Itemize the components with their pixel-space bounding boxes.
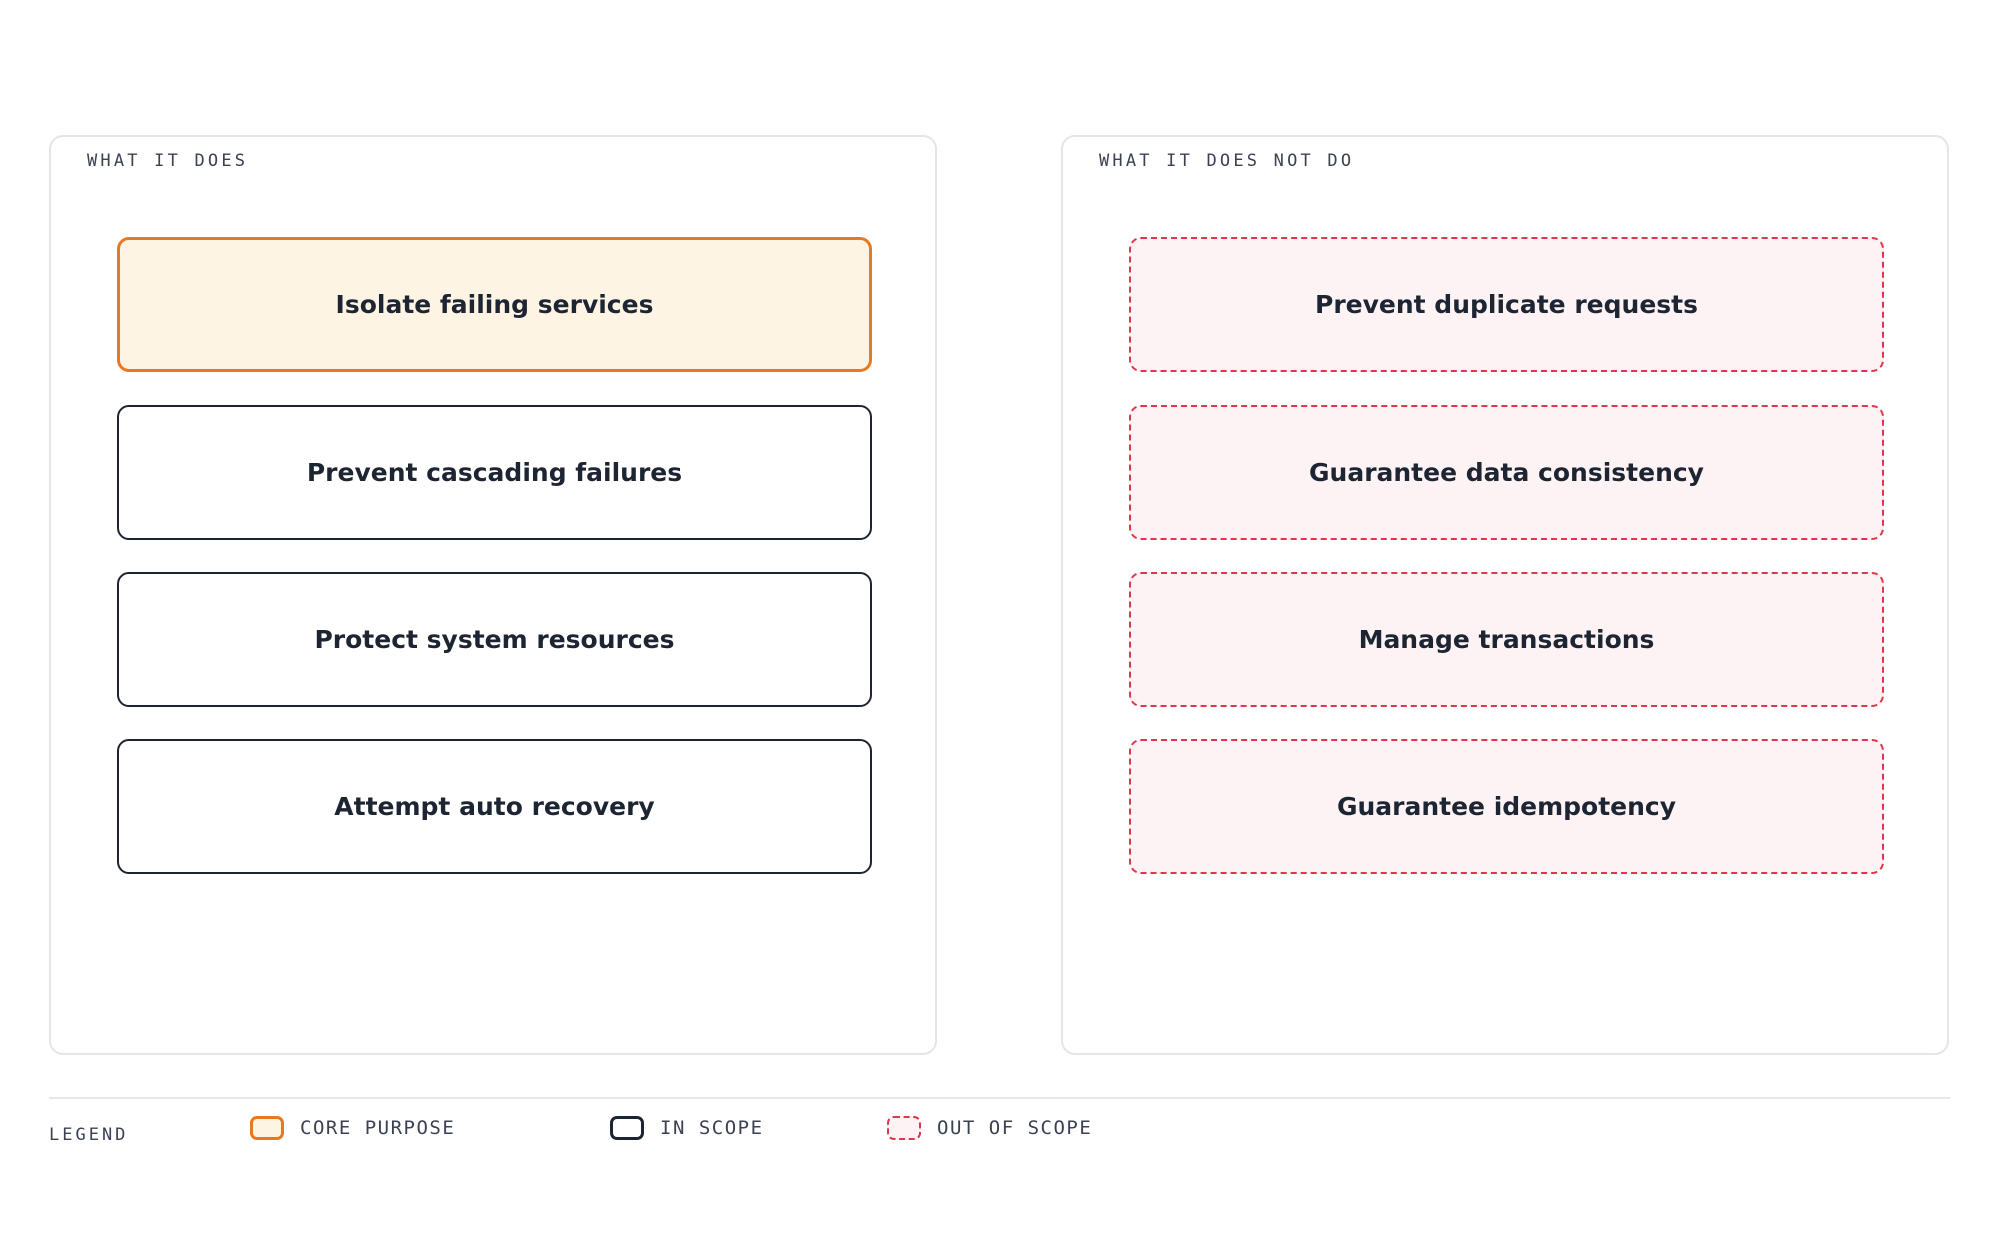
- core-purpose-card: Isolate failing services: [117, 237, 872, 372]
- out-of-scope-card: Manage transactions: [1129, 572, 1884, 707]
- legend-item-core-purpose: CORE PURPOSE: [250, 1113, 455, 1143]
- legend-item-in-scope: IN SCOPE: [610, 1113, 764, 1143]
- out-of-scope-swatch: [887, 1116, 921, 1140]
- in-scope-swatch: [610, 1116, 644, 1140]
- out-of-scope-card: Guarantee idempotency: [1129, 739, 1884, 874]
- legend-title: LEGEND: [49, 1125, 129, 1145]
- legend-label: CORE PURPOSE: [300, 1117, 456, 1139]
- legend-label: IN SCOPE: [660, 1117, 764, 1139]
- panel-title: WHAT IT DOES: [83, 151, 253, 171]
- out-of-scope-card: Prevent duplicate requests: [1129, 237, 1884, 372]
- out-of-scope-card: Guarantee data consistency: [1129, 405, 1884, 540]
- in-scope-card: Protect system resources: [117, 572, 872, 707]
- legend-item-out-of-scope: OUT OF SCOPE: [887, 1113, 1092, 1143]
- what-it-does-not-do-panel: WHAT IT DOES NOT DO Prevent duplicate re…: [1061, 135, 1949, 1055]
- in-scope-card: Attempt auto recovery: [117, 739, 872, 874]
- panel-title: WHAT IT DOES NOT DO: [1095, 151, 1359, 171]
- legend-divider: [49, 1097, 1950, 1099]
- in-scope-card: Prevent cascading failures: [117, 405, 872, 540]
- core-purpose-swatch: [250, 1116, 284, 1140]
- legend-label: OUT OF SCOPE: [937, 1117, 1093, 1139]
- what-it-does-panel: WHAT IT DOES Isolate failing services Pr…: [49, 135, 937, 1055]
